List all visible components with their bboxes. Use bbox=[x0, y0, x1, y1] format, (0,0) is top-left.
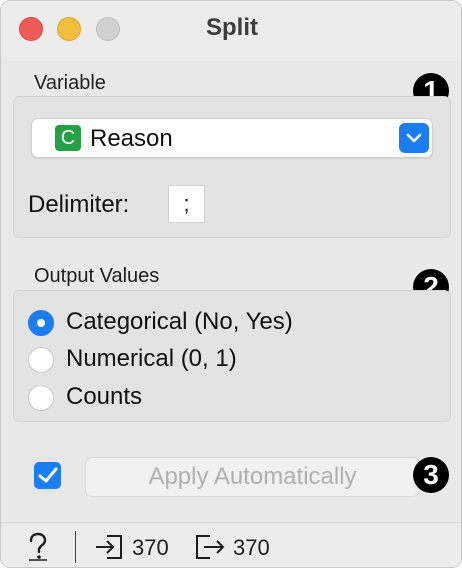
help-icon[interactable] bbox=[25, 532, 51, 567]
output-icon bbox=[196, 535, 226, 565]
input-count: 370 bbox=[132, 535, 169, 560]
title-bar: Split bbox=[1, 1, 461, 57]
window-title: Split bbox=[206, 14, 258, 41]
split-widget-window: Split Variable 1 C Reason Delimiter: ; O… bbox=[0, 0, 462, 568]
delimiter-label: Delimiter: bbox=[28, 191, 130, 218]
radio-label-counts: Counts bbox=[66, 383, 143, 410]
delimiter-input[interactable]: ; bbox=[168, 185, 205, 223]
output-count: 370 bbox=[233, 535, 270, 560]
apply-automatically-checkbox[interactable] bbox=[34, 462, 61, 489]
variable-combobox-value: Reason bbox=[90, 125, 173, 152]
input-icon bbox=[95, 535, 123, 565]
radio-button[interactable] bbox=[28, 385, 54, 411]
callout-badge-3: 3 bbox=[413, 457, 449, 493]
radio-label-numerical: Numerical (0, 1) bbox=[66, 345, 237, 372]
output-values-section-label: Output Values bbox=[34, 265, 160, 287]
chevron-down-icon[interactable] bbox=[399, 123, 429, 153]
status-bar: 370 370 bbox=[1, 522, 461, 567]
status-divider bbox=[75, 531, 76, 563]
apply-button[interactable]: Apply Automatically bbox=[85, 457, 420, 497]
variable-section-label: Variable bbox=[34, 72, 106, 94]
radio-label-categorical: Categorical (No, Yes) bbox=[66, 308, 293, 335]
radio-button-selected[interactable] bbox=[28, 310, 54, 336]
radio-button[interactable] bbox=[28, 347, 54, 373]
variable-combobox[interactable]: C Reason bbox=[31, 118, 433, 158]
categorical-variable-icon: C bbox=[55, 125, 81, 151]
